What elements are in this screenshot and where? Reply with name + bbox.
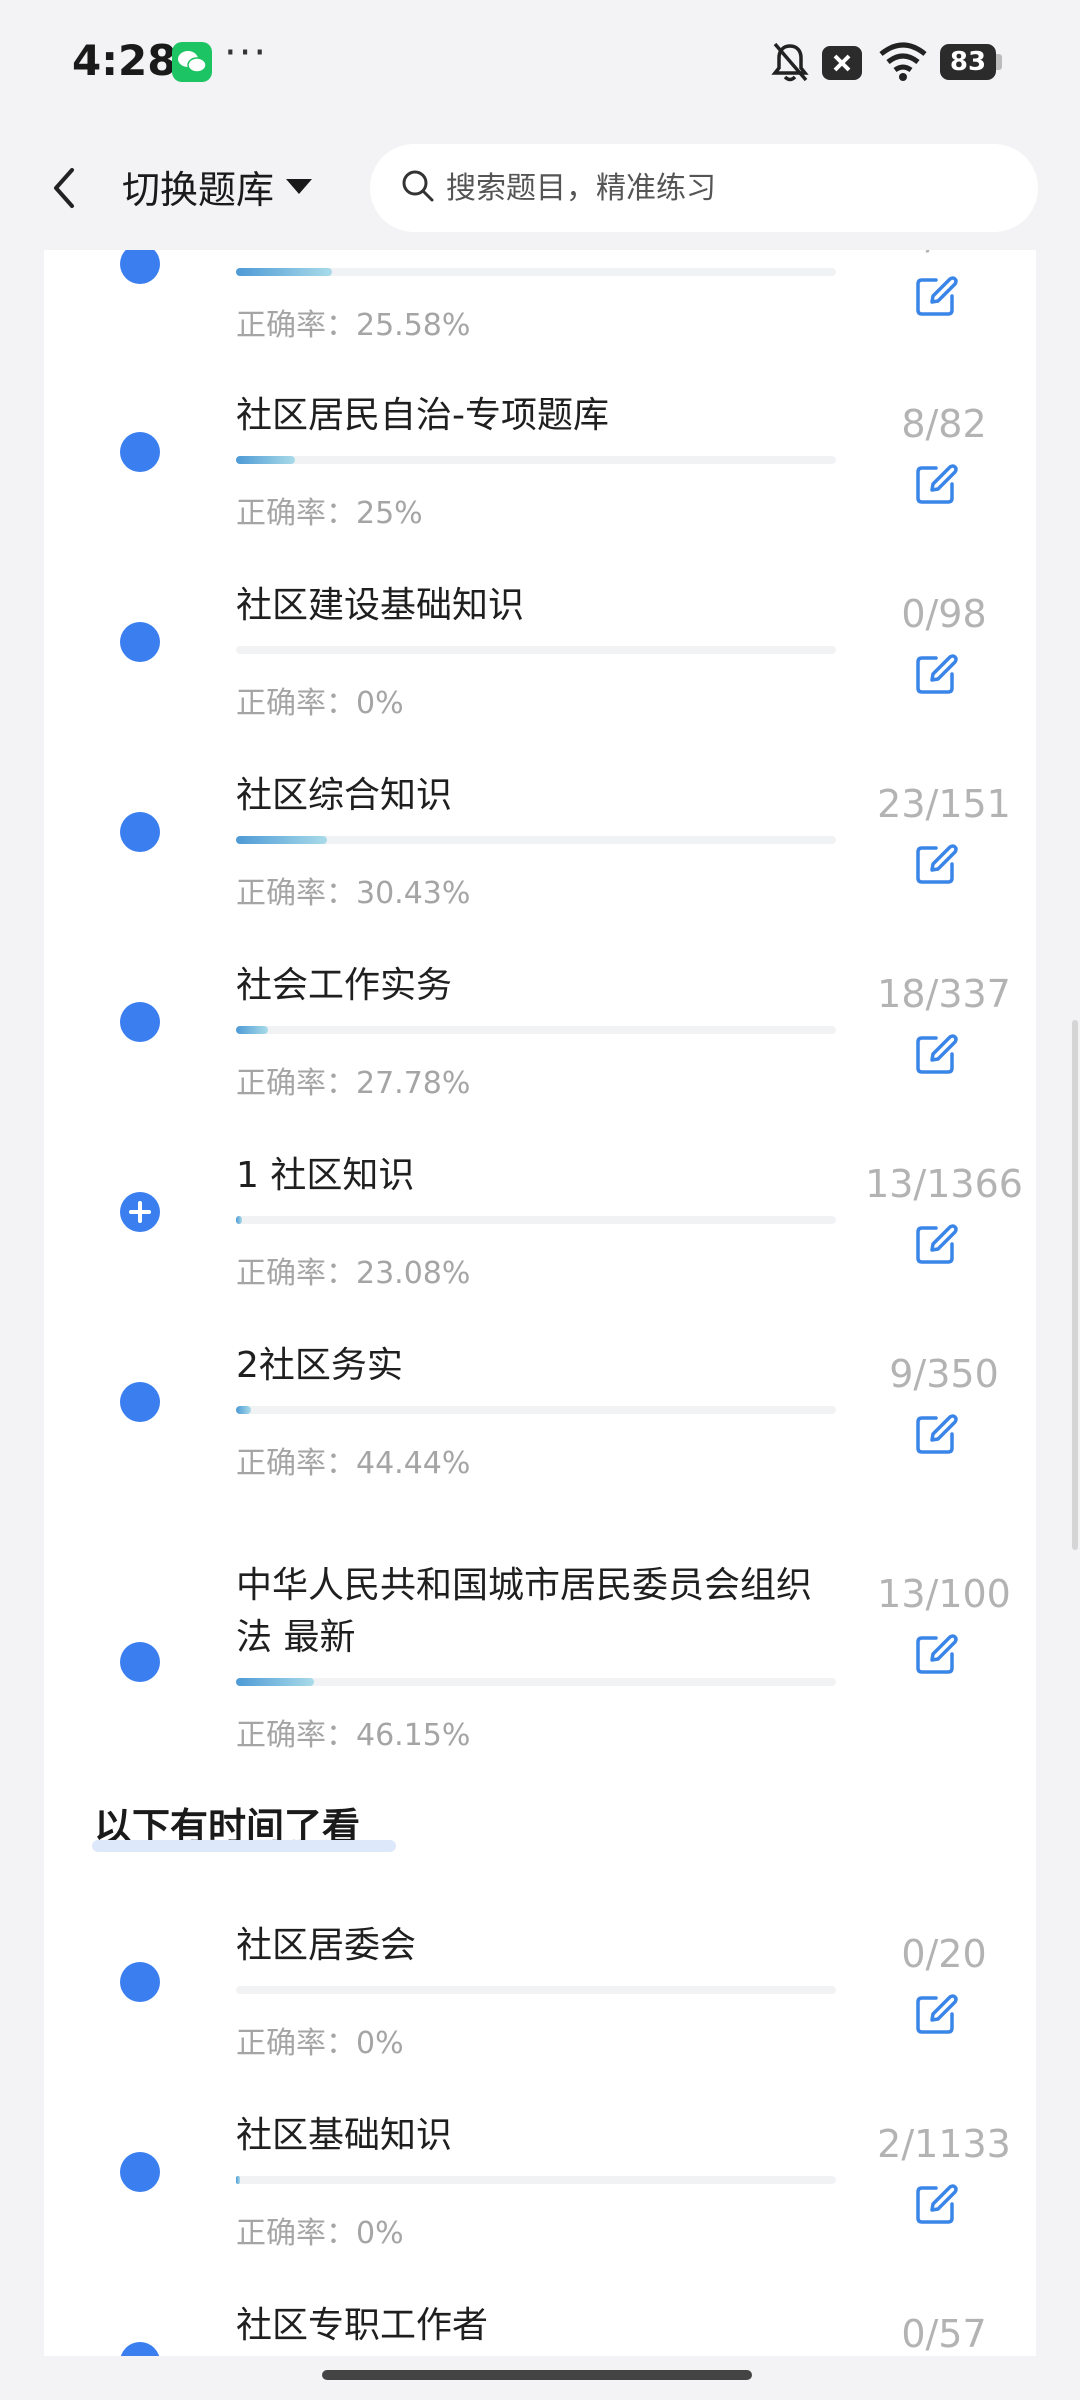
status-bar: 4:28 ··· 83 xyxy=(0,0,1080,126)
accuracy-text: 正确率：23.08% xyxy=(236,1256,471,1291)
search-input[interactable] xyxy=(446,170,1006,206)
bullet-dot xyxy=(120,432,160,472)
item-title: 中华人民共和国城市居民委员会组织法 最新 xyxy=(236,1565,813,1658)
progress-bar xyxy=(236,646,836,654)
switch-bank-dropdown[interactable]: 切换题库 xyxy=(122,156,313,216)
progress-count: 13/100 xyxy=(877,1572,1011,1616)
progress-bar xyxy=(236,836,836,844)
progress-count: 2/1133 xyxy=(877,2122,1011,2166)
progress-count: 0/20 xyxy=(901,1932,987,1976)
progress-fill xyxy=(236,1678,314,1686)
progress-fill xyxy=(236,1026,269,1034)
wifi-icon xyxy=(878,40,928,88)
search-bar[interactable] xyxy=(370,144,1038,232)
progress-count: 43/270 xyxy=(854,250,1034,258)
progress-fill xyxy=(236,836,328,844)
edit-practice-icon[interactable] xyxy=(912,1990,960,2038)
home-indicator[interactable] xyxy=(322,2370,752,2380)
battery-indicator: 83 xyxy=(940,44,996,80)
progress-bar xyxy=(236,1406,836,1414)
edit-practice-icon[interactable] xyxy=(912,1630,960,1678)
expand-plus-icon[interactable] xyxy=(120,1192,160,1232)
progress-count: 9/350 xyxy=(889,1352,999,1396)
accuracy-text: 正确率：46.15% xyxy=(236,1718,471,1753)
bullet-dot xyxy=(120,250,160,284)
item-title: 社区建设基础知识 xyxy=(236,585,525,626)
accuracy-text: 正确率：30.43% xyxy=(236,876,471,911)
accuracy-text: 正确率：27.78% xyxy=(236,1066,471,1101)
bullet-dot xyxy=(120,1962,160,2002)
accuracy-text: 正确率：25% xyxy=(236,496,423,531)
progress-count: 8/82 xyxy=(901,402,987,446)
progress-fill xyxy=(236,456,295,464)
edit-practice-icon[interactable] xyxy=(912,2180,960,2228)
caret-down-icon xyxy=(286,178,313,194)
item-title: 2社区务实 xyxy=(236,1345,403,1386)
progress-count: 13/1366 xyxy=(865,1162,1023,1206)
progress-fill xyxy=(236,1216,242,1224)
progress-fill xyxy=(236,268,332,276)
item-title: 社区知识-专项题库 xyxy=(236,250,836,254)
edit-practice-icon[interactable] xyxy=(912,272,960,320)
progress-bar xyxy=(236,1678,836,1686)
progress-fill xyxy=(236,1406,252,1414)
more-notifications-icon: ··· xyxy=(224,30,269,76)
wechat-icon xyxy=(172,42,212,82)
accuracy-text: 正确率：44.44% xyxy=(236,1446,471,1481)
item-title: 社会工作实务 xyxy=(236,965,453,1006)
search-icon xyxy=(400,168,436,208)
mute-bell-icon xyxy=(770,40,810,88)
edit-practice-icon[interactable] xyxy=(912,1030,960,1078)
progress-count: 18/337 xyxy=(877,972,1011,1016)
section-underline xyxy=(92,1840,396,1852)
item-title: 社区居民自治-专项题库 xyxy=(236,395,609,436)
progress-bar xyxy=(236,1986,836,1994)
progress-count: 0/57 xyxy=(901,2312,987,2356)
item-title: 1 社区知识 xyxy=(236,1155,415,1196)
progress-count: 23/151 xyxy=(877,782,1011,826)
bullet-dot xyxy=(120,1002,160,1042)
progress-bar xyxy=(236,268,836,276)
item-title: 社区综合知识 xyxy=(236,775,453,816)
progress-bar xyxy=(236,2176,836,2184)
edit-practice-icon[interactable] xyxy=(912,460,960,508)
edit-practice-icon[interactable] xyxy=(912,840,960,888)
scrollbar[interactable] xyxy=(1072,1020,1078,1550)
progress-bar xyxy=(236,1026,836,1034)
progress-count: 0/98 xyxy=(901,592,987,636)
accuracy-text: 正确率：0% xyxy=(236,2216,404,2251)
battery-tip xyxy=(996,54,1002,70)
progress-fill xyxy=(236,2176,240,2184)
top-nav: 切换题库 xyxy=(0,126,1080,250)
progress-bar xyxy=(236,1216,836,1224)
status-time: 4:28 xyxy=(72,36,177,85)
accuracy-text: 正确率：25.58% xyxy=(236,308,471,343)
switch-bank-label: 切换题库 xyxy=(122,167,275,212)
back-button[interactable] xyxy=(44,160,84,216)
item-title: 社区专职工作者 xyxy=(236,2305,489,2346)
bullet-dot xyxy=(120,622,160,662)
accuracy-text: 正确率：0% xyxy=(236,2026,404,2061)
item-title: 社区基础知识 xyxy=(236,2115,453,2156)
edit-practice-icon[interactable] xyxy=(912,1410,960,1458)
bullet-dot xyxy=(120,1382,160,1422)
edit-practice-icon[interactable] xyxy=(912,650,960,698)
edit-practice-icon[interactable] xyxy=(912,1220,960,1268)
bullet-dot xyxy=(120,2152,160,2192)
bullet-dot xyxy=(120,1642,160,1682)
bullet-dot xyxy=(120,2342,160,2356)
close-badge-icon xyxy=(822,46,862,80)
question-bank-list: 以下有时间了看 社区知识-专项题库正确率：25.58%43/270社区居民自治-… xyxy=(44,250,1036,2356)
bullet-dot xyxy=(120,812,160,852)
item-title: 社区居委会 xyxy=(236,1925,417,1966)
progress-bar xyxy=(236,456,836,464)
accuracy-text: 正确率：0% xyxy=(236,686,404,721)
